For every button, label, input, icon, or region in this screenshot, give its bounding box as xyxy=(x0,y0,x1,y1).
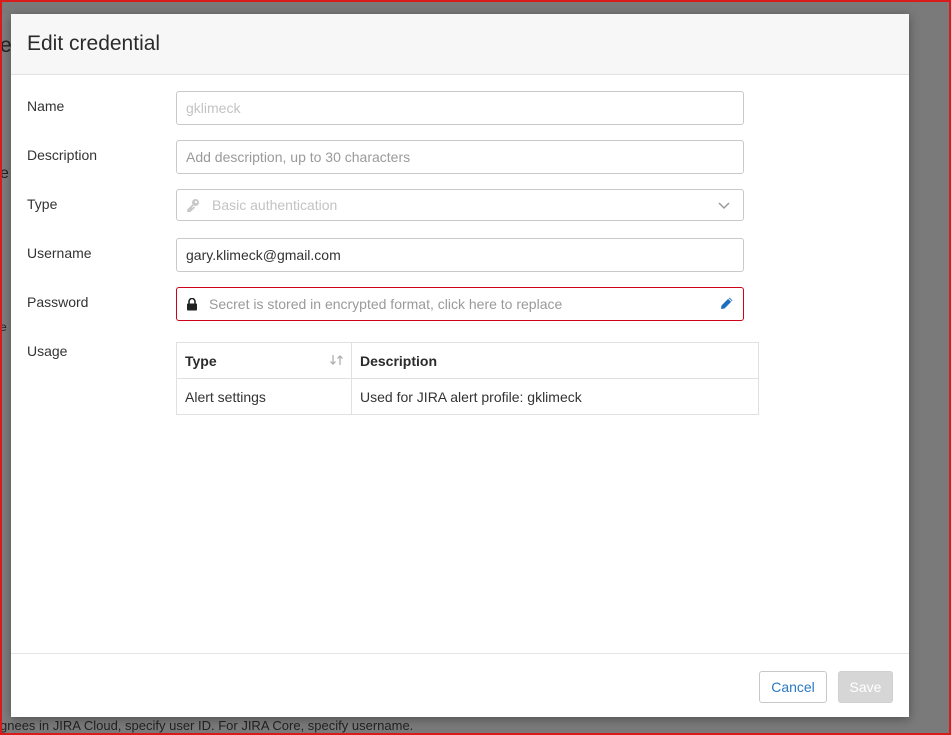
type-label: Type xyxy=(27,196,58,212)
column-header-type-label: Type xyxy=(185,352,217,369)
table-header-row: Type Description xyxy=(176,342,759,379)
column-header-description: Description xyxy=(351,342,759,379)
type-value: Basic authentication xyxy=(212,197,338,213)
lock-icon xyxy=(186,297,200,311)
save-button[interactable]: Save xyxy=(838,671,893,703)
password-label: Password xyxy=(27,294,89,310)
name-field: gklimeck xyxy=(176,91,744,125)
usage-type-cell: Alert settings xyxy=(176,378,352,415)
dialog-header: Edit credential xyxy=(11,14,909,75)
key-icon xyxy=(186,198,202,212)
username-input[interactable]: gary.klimeck@gmail.com xyxy=(176,238,744,272)
type-select: Basic authentication xyxy=(176,189,744,221)
dialog-footer: Cancel Save xyxy=(11,653,909,717)
background-hint-text: gnees in JIRA Cloud, specify user ID. Fo… xyxy=(0,718,414,733)
description-placeholder: Add description, up to 30 characters xyxy=(186,149,411,165)
pencil-icon[interactable] xyxy=(719,295,735,311)
password-placeholder: Secret is stored in encrypted format, cl… xyxy=(209,296,563,312)
sort-icon[interactable] xyxy=(329,353,345,369)
password-field[interactable]: Secret is stored in encrypted format, cl… xyxy=(176,287,744,321)
description-label: Description xyxy=(27,147,98,163)
background-text-fragment: e xyxy=(0,165,9,182)
column-header-type[interactable]: Type xyxy=(176,342,352,379)
usage-label: Usage xyxy=(27,343,68,359)
dialog-title: Edit credential xyxy=(27,32,161,55)
usage-table: Type Description Alert settings Used for… xyxy=(176,342,759,415)
usage-description-cell: Used for JIRA alert profile: gklimeck xyxy=(351,378,759,415)
cancel-button[interactable]: Cancel xyxy=(759,671,827,703)
description-input[interactable]: Add description, up to 30 characters xyxy=(176,140,744,174)
name-value: gklimeck xyxy=(186,100,241,116)
edit-credential-dialog: Edit credential Name gklimeck Descriptio… xyxy=(11,14,909,717)
background-title-fragment: e xyxy=(0,34,12,57)
background-text-fragment-2: e xyxy=(0,320,7,334)
username-value: gary.klimeck@gmail.com xyxy=(186,247,341,263)
chevron-down-icon xyxy=(717,198,731,212)
username-label: Username xyxy=(27,245,92,261)
name-label: Name xyxy=(27,98,65,114)
table-row: Alert settings Used for JIRA alert profi… xyxy=(176,378,759,415)
